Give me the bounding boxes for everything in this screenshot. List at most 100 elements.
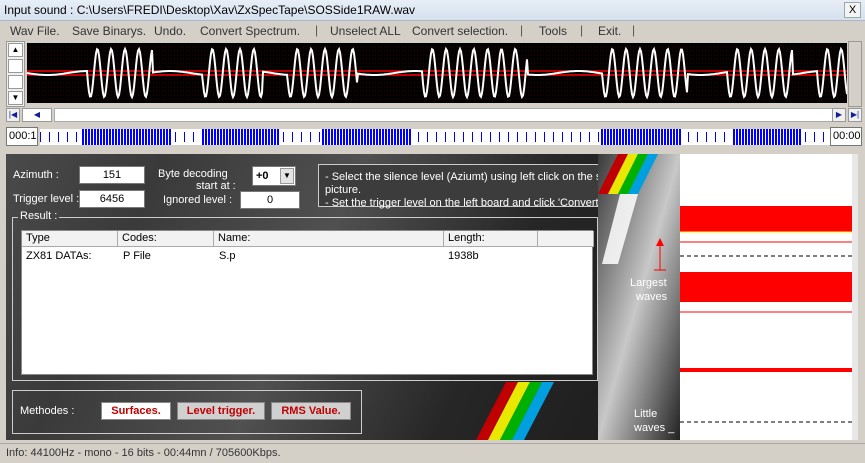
timeline-tick xyxy=(217,129,219,145)
timeline-tick xyxy=(121,129,123,145)
waveform-right-scrollbar[interactable] xyxy=(848,41,862,107)
timeline-tick xyxy=(136,129,138,145)
surfaces-button[interactable]: Surfaces. xyxy=(101,402,171,420)
timeline-end: 00:00 xyxy=(830,127,862,146)
timeline-tick xyxy=(268,129,270,145)
timeline-tick xyxy=(148,129,150,145)
timeline-tick xyxy=(301,132,302,142)
timeline-tick xyxy=(631,129,633,145)
column-header-length[interactable]: Length: xyxy=(444,231,538,247)
azimuth-field[interactable]: 151 xyxy=(79,166,145,184)
timeline-tick xyxy=(427,132,428,142)
timeline-tick xyxy=(184,132,185,142)
timeline-tick xyxy=(499,132,500,142)
column-header-empty xyxy=(538,231,594,247)
timeline-tick xyxy=(76,132,77,142)
timeline-tick xyxy=(40,132,41,142)
timeline-tick xyxy=(634,129,636,145)
timeline-tick xyxy=(715,132,716,142)
level-trigger-button[interactable]: Level trigger. xyxy=(177,402,265,420)
timeline-tick xyxy=(169,129,171,145)
menu-wav-file[interactable]: Wav File. xyxy=(10,24,60,38)
menu-bar: Wav File. Save Binarys. Undo. Convert Sp… xyxy=(0,21,865,40)
timeline-tick xyxy=(331,129,333,145)
scroll-left-icon[interactable]: ◀ xyxy=(22,108,52,122)
window-title: Input sound : C:\Users\FREDI\Desktop\Xav… xyxy=(4,3,416,17)
timeline-tick xyxy=(670,129,672,145)
vertical-scrollbar[interactable]: ▲ ▼ xyxy=(6,41,25,107)
timeline-strip[interactable] xyxy=(40,129,830,145)
timeline-tick xyxy=(667,129,669,145)
timeline-tick xyxy=(799,129,801,145)
last-icon[interactable]: ▶| xyxy=(848,108,862,122)
scroll-track[interactable] xyxy=(8,59,23,73)
timeline-tick xyxy=(139,129,141,145)
timeline-tick xyxy=(154,129,156,145)
timeline-tick xyxy=(205,129,207,145)
first-icon[interactable]: |◀ xyxy=(6,108,20,122)
trigger-level-field[interactable]: 6456 xyxy=(79,190,145,208)
scroll-down-icon[interactable]: ▼ xyxy=(8,91,23,105)
timeline-tick xyxy=(58,132,59,142)
timeline-tick xyxy=(292,132,293,142)
menu-separator: | xyxy=(520,23,524,37)
timeline-tick xyxy=(790,129,792,145)
column-header-codes[interactable]: Codes: xyxy=(118,231,214,247)
menu-separator: | xyxy=(315,23,319,37)
waveform-panel: ▲ ▼ xyxy=(6,41,862,107)
timeline-tick xyxy=(781,129,783,145)
timeline-tick xyxy=(637,129,639,145)
timeline-tick xyxy=(220,129,222,145)
horizontal-scrollbar[interactable]: |◀ ◀ ▶ ▶| xyxy=(6,108,862,122)
scroll-track[interactable] xyxy=(54,108,834,122)
menu-separator: | xyxy=(580,23,584,37)
scroll-right-icon[interactable]: ▶ xyxy=(832,108,846,122)
timeline-tick xyxy=(517,132,518,142)
timeline-tick xyxy=(733,129,735,145)
timeline-tick xyxy=(613,129,615,145)
timeline-tick xyxy=(472,132,473,142)
timeline-tick xyxy=(283,132,284,142)
menu-exit[interactable]: Exit. xyxy=(598,24,621,38)
scroll-up-icon[interactable]: ▲ xyxy=(8,43,23,57)
timeline-tick xyxy=(208,129,210,145)
menu-save-binarys[interactable]: Save Binarys. xyxy=(72,24,146,38)
timeline-tick xyxy=(481,132,482,142)
menu-convert-selection[interactable]: Convert selection. xyxy=(412,24,508,38)
column-header-type[interactable]: Type xyxy=(22,231,118,247)
timeline-tick xyxy=(334,129,336,145)
timeline-tick xyxy=(328,129,330,145)
timeline-tick xyxy=(763,129,765,145)
chevron-down-icon[interactable]: ▼ xyxy=(280,168,294,184)
timeline-tick xyxy=(238,129,240,145)
byte-decoding-select[interactable]: +0 ▼ xyxy=(252,166,296,186)
timeline-tick xyxy=(604,129,606,145)
menu-undo[interactable]: Undo. xyxy=(154,24,186,38)
timeline-tick xyxy=(679,129,681,145)
timeline-tick xyxy=(724,132,725,142)
sound-waveform[interactable] xyxy=(27,43,847,103)
timeline-tick xyxy=(367,129,369,145)
menu-unselect-all[interactable]: Unselect ALL xyxy=(330,24,401,38)
timeline-tick xyxy=(622,129,624,145)
timeline-tick xyxy=(241,129,243,145)
timeline-tick xyxy=(769,129,771,145)
timeline-tick xyxy=(262,129,264,145)
scroll-thumb[interactable] xyxy=(8,75,23,89)
rms-value-button[interactable]: RMS Value. xyxy=(271,402,351,420)
timeline-tick xyxy=(754,129,756,145)
timeline-tick xyxy=(766,129,768,145)
menu-convert-spectrum[interactable]: Convert Spectrum. xyxy=(200,24,300,38)
ignored-level-field[interactable]: 0 xyxy=(240,191,300,209)
result-list[interactable]: Type Codes: Name: Length: ZX81 DATAs: P … xyxy=(21,230,594,375)
cell-type: ZX81 DATAs: xyxy=(26,250,92,262)
timeline-tick xyxy=(340,129,342,145)
timeline-tick xyxy=(202,129,204,145)
menu-tools[interactable]: Tools xyxy=(539,24,567,38)
column-header-name[interactable]: Name: xyxy=(214,231,444,247)
timeline-tick xyxy=(100,129,102,145)
timeline-tick xyxy=(736,129,738,145)
timeline-tick xyxy=(751,129,753,145)
timeline-tick xyxy=(130,129,132,145)
close-button[interactable]: X xyxy=(844,2,861,18)
